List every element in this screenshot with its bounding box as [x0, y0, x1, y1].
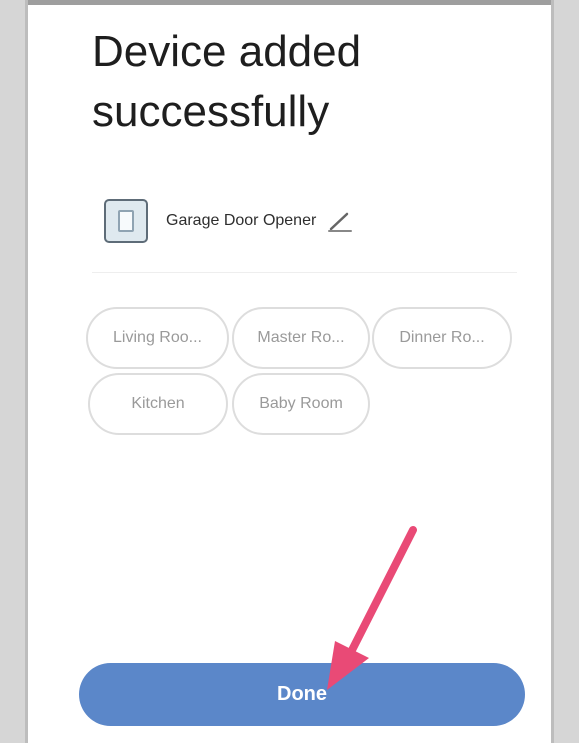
room-chip-baby-room[interactable]: Baby Room [232, 373, 370, 435]
room-chip-master-room[interactable]: Master Ro... [232, 307, 370, 369]
device-icon-panel [118, 210, 134, 232]
room-chip-kitchen[interactable]: Kitchen [88, 373, 228, 435]
pencil-icon[interactable] [326, 207, 354, 235]
garage-door-device-icon [104, 199, 148, 243]
done-button[interactable]: Done [79, 663, 525, 726]
device-summary: Garage Door Opener [104, 196, 424, 246]
room-chip-living-room[interactable]: Living Roo... [86, 307, 229, 369]
device-added-screen: Device added successfully Garage Door Op… [0, 0, 579, 743]
arrow-shaft [343, 526, 417, 664]
screenshot-left-border [0, 0, 28, 743]
page-title: Device added successfully [92, 27, 362, 136]
device-name: Garage Door Opener [166, 212, 317, 229]
section-divider [92, 272, 517, 273]
screenshot-right-border [551, 0, 579, 743]
room-chip-dinner-room[interactable]: Dinner Ro... [372, 307, 512, 369]
screenshot-top-border [0, 0, 579, 5]
